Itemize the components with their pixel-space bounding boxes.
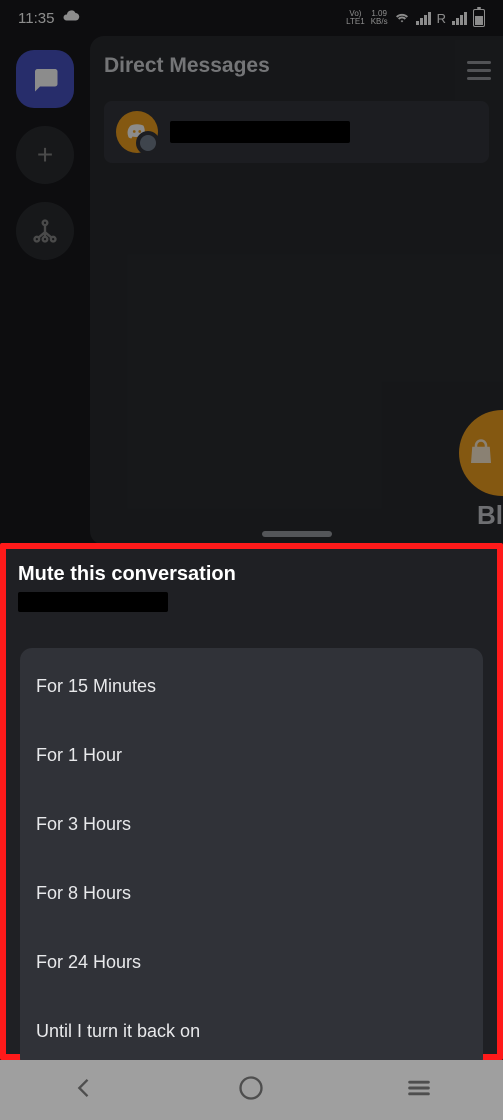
right-peek-text: Bl — [477, 500, 503, 531]
circle-icon — [237, 1074, 265, 1102]
plus-icon: + — [37, 139, 53, 171]
volte-indicator: Vo) LTE1 — [346, 10, 365, 26]
bag-icon — [466, 438, 496, 468]
nav-recent-button[interactable] — [405, 1074, 433, 1107]
menu-icon — [405, 1074, 433, 1102]
panel-drag-handle[interactable] — [262, 531, 332, 537]
hub-icon — [31, 217, 59, 245]
signal-1-icon — [416, 12, 431, 25]
mute-bottom-sheet: Mute this conversation For 15 Minutes Fo… — [0, 543, 503, 1060]
status-time: 11:35 — [18, 10, 54, 27]
main-content: + Direct Messages — [0, 36, 503, 545]
status-right: Vo) LTE1 1.09 KB/s R — [346, 9, 485, 28]
mute-option-1-hour[interactable]: For 1 Hour — [20, 721, 483, 790]
sheet-subtitle-redacted — [18, 592, 168, 612]
chevron-left-icon — [70, 1074, 98, 1102]
mute-option-3-hours[interactable]: For 3 Hours — [20, 790, 483, 859]
avatar-wrap — [116, 111, 158, 153]
sheet-title: Mute this conversation — [18, 563, 485, 586]
mute-options-list: For 15 Minutes For 1 Hour For 3 Hours Fo… — [20, 648, 483, 1060]
mute-option-until-off[interactable]: Until I turn it back on — [20, 997, 483, 1060]
dm-list-item[interactable] — [104, 101, 489, 163]
wifi-icon — [394, 9, 410, 28]
nav-home-button[interactable] — [237, 1074, 265, 1107]
right-drawer-peek[interactable] — [455, 40, 503, 100]
status-bar: 11:35 Vo) LTE1 1.09 KB/s R — [0, 0, 503, 36]
dm-panel: Direct Messages — [90, 36, 503, 545]
data-rate: 1.09 KB/s — [371, 10, 388, 26]
roaming-indicator: R — [437, 11, 446, 26]
chat-bubble-icon — [30, 64, 60, 94]
sheet-header: Mute this conversation — [6, 549, 497, 622]
presence-offline-icon — [136, 131, 160, 155]
discover-button[interactable] — [16, 202, 74, 260]
system-nav-bar — [0, 1060, 503, 1120]
dm-panel-header: Direct Messages — [104, 50, 489, 81]
cloud-icon — [62, 7, 80, 29]
status-left: 11:35 — [18, 7, 80, 29]
mute-option-24-hours[interactable]: For 24 Hours — [20, 928, 483, 997]
app-screen: 11:35 Vo) LTE1 1.09 KB/s R — [0, 0, 503, 1060]
add-server-button[interactable]: + — [16, 126, 74, 184]
dm-username-redacted — [170, 121, 350, 143]
mute-option-8-hours[interactable]: For 8 Hours — [20, 859, 483, 928]
server-rail: + — [0, 36, 90, 545]
mute-option-15-minutes[interactable]: For 15 Minutes — [20, 652, 483, 721]
signal-2-icon — [452, 12, 467, 25]
hamburger-icon — [467, 61, 491, 80]
dm-home-button[interactable] — [16, 50, 74, 108]
battery-icon — [473, 9, 485, 27]
dm-panel-title: Direct Messages — [104, 54, 270, 78]
nav-back-button[interactable] — [70, 1074, 98, 1107]
